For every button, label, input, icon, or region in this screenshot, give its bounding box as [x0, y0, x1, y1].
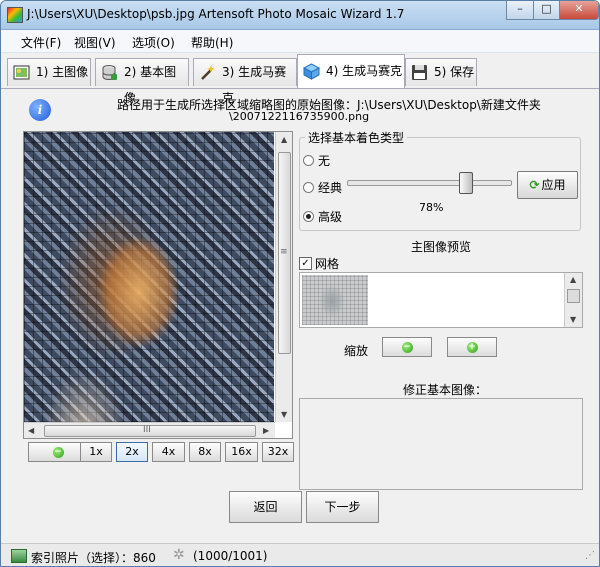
preview-scroll-thumb[interactable] [567, 289, 580, 303]
radio-none[interactable] [303, 155, 314, 166]
menu-file[interactable]: 文件(F) [21, 34, 61, 51]
progress-counter: (1000/1001) [193, 549, 268, 563]
loading-spinner-icon: ✲ [173, 547, 185, 563]
tab-save[interactable]: 5) 保存 [405, 58, 477, 86]
zoom-1x-button[interactable]: 1x [80, 442, 112, 462]
floppy-disk-icon [412, 65, 427, 80]
grid-checkbox[interactable]: ✓ [299, 257, 312, 270]
tab-label: 4) 生成马赛克 [326, 64, 403, 78]
wizard-tabs: 1) 主图像 2) 基本图像 3) 生成马赛克 4) 生成马赛克 5) 保存 [1, 52, 599, 105]
scroll-up-arrow-icon[interactable]: ▲ [570, 275, 576, 284]
preview-scrollbar[interactable]: ▲ ▼ [564, 273, 582, 327]
indexed-photos-status: 索引照片（选择）：860 [31, 551, 156, 565]
cube-icon [303, 63, 320, 80]
minus-icon: − [401, 342, 413, 353]
mosaic-vertical-scrollbar[interactable]: ▲ ≡ ▼ [275, 132, 292, 422]
magic-wand-icon [201, 65, 215, 80]
tab-label: 1) 主图像 [36, 65, 89, 79]
radio-advanced-label: 高级 [318, 210, 343, 224]
main-image-preview[interactable]: ▲ ▼ [299, 272, 583, 328]
close-button[interactable]: ✕ [559, 1, 599, 20]
scroll-right-arrow-icon[interactable]: ▶ [263, 426, 269, 435]
source-path-filename: \2007122116735900.png [229, 110, 370, 123]
zoom-32x-button[interactable]: 32x [262, 442, 294, 462]
zoom-fit-button[interactable]: − [28, 442, 88, 462]
apply-button[interactable]: ⟳ 应用 [517, 171, 578, 199]
menu-view[interactable]: 视图(V) [74, 34, 116, 51]
refresh-icon: ⟳ [529, 178, 540, 192]
next-button[interactable]: 下一步 [306, 491, 379, 523]
picture-icon [13, 65, 30, 80]
app-window: J:\Users\XU\Desktop\psb.jpg Artensoft Ph… [0, 0, 600, 567]
color-strength-slider[interactable] [347, 180, 512, 186]
apply-label: 应用 [541, 178, 566, 192]
maximize-button[interactable]: □ [533, 1, 560, 20]
scroll-up-arrow-icon[interactable]: ▲ [281, 135, 287, 144]
scroll-left-arrow-icon[interactable]: ◀ [28, 426, 34, 435]
scroll-grip-icon: III [143, 425, 151, 435]
grid-checkbox-label: 网格 [315, 257, 340, 271]
tab-base-images[interactable]: 2) 基本图像 [95, 58, 189, 105]
zoom-out-button[interactable]: − [382, 337, 432, 357]
mosaic-image[interactable] [24, 132, 274, 422]
zoom-4x-button[interactable]: 4x [152, 442, 185, 462]
back-button[interactable]: 返回 [229, 491, 302, 523]
fix-base-image-title: 修正基本图像： [403, 383, 488, 397]
scroll-down-arrow-icon[interactable]: ▼ [570, 315, 576, 324]
mosaic-horizontal-scroll-thumb[interactable]: III [44, 425, 256, 437]
zoom-8x-button[interactable]: 8x [189, 442, 221, 462]
zoom-16x-button[interactable]: 16x [225, 442, 258, 462]
plus-icon: + [466, 342, 478, 353]
tab-label: 5) 保存 [434, 65, 475, 79]
tab-generate-mosaic-4[interactable]: 4) 生成马赛克 [297, 54, 405, 88]
menu-bar: 文件(F) 视图(V) 选项(O) 帮助(H) [1, 30, 599, 53]
photos-icon [11, 549, 27, 563]
app-logo-icon [7, 7, 23, 23]
scroll-grip-icon: ≡ [280, 247, 288, 257]
tab-main-image[interactable]: 1) 主图像 [7, 58, 91, 86]
preview-title: 主图像预览 [411, 240, 472, 254]
mosaic-horizontal-scrollbar[interactable]: ◀ III ▶ [24, 422, 275, 438]
mosaic-viewer[interactable]: ▲ ≡ ▼ ◀ III ▶ [23, 131, 293, 439]
info-icon: i [29, 99, 51, 121]
mosaic-vertical-scroll-thumb[interactable]: ≡ [278, 152, 291, 354]
minus-icon: − [52, 446, 64, 458]
scroll-down-arrow-icon[interactable]: ▼ [281, 410, 287, 419]
zoom-label: 缩放 [344, 344, 369, 358]
title-bar: J:\Users\XU\Desktop\psb.jpg Artensoft Ph… [1, 1, 599, 30]
radio-none-label: 无 [318, 154, 331, 168]
radio-advanced[interactable] [303, 211, 314, 222]
fix-base-image-panel[interactable] [299, 398, 583, 490]
menu-help[interactable]: 帮助(H) [191, 34, 233, 51]
tab-generate-mosaic-3[interactable]: 3) 生成马赛克 [193, 58, 297, 105]
color-type-title: 选择基本着色类型 [305, 129, 408, 146]
menu-options[interactable]: 选项(O) [132, 34, 175, 51]
database-icon [102, 65, 117, 80]
radio-classic[interactable] [303, 182, 314, 193]
preview-thumbnail [302, 275, 368, 325]
status-bar: 索引照片（选择）：860 ✲ (1000/1001) ⋰ [1, 543, 599, 566]
color-strength-value: 78% [419, 201, 444, 214]
window-title: J:\Users\XU\Desktop\psb.jpg Artensoft Ph… [27, 7, 405, 21]
resize-grip-icon[interactable]: ⋰ [585, 550, 595, 561]
radio-classic-label: 经典 [318, 181, 343, 195]
zoom-in-button[interactable]: + [447, 337, 497, 357]
minimize-button[interactable]: – [506, 1, 534, 20]
color-strength-slider-thumb[interactable] [459, 172, 473, 194]
zoom-2x-button[interactable]: 2x [116, 442, 148, 462]
